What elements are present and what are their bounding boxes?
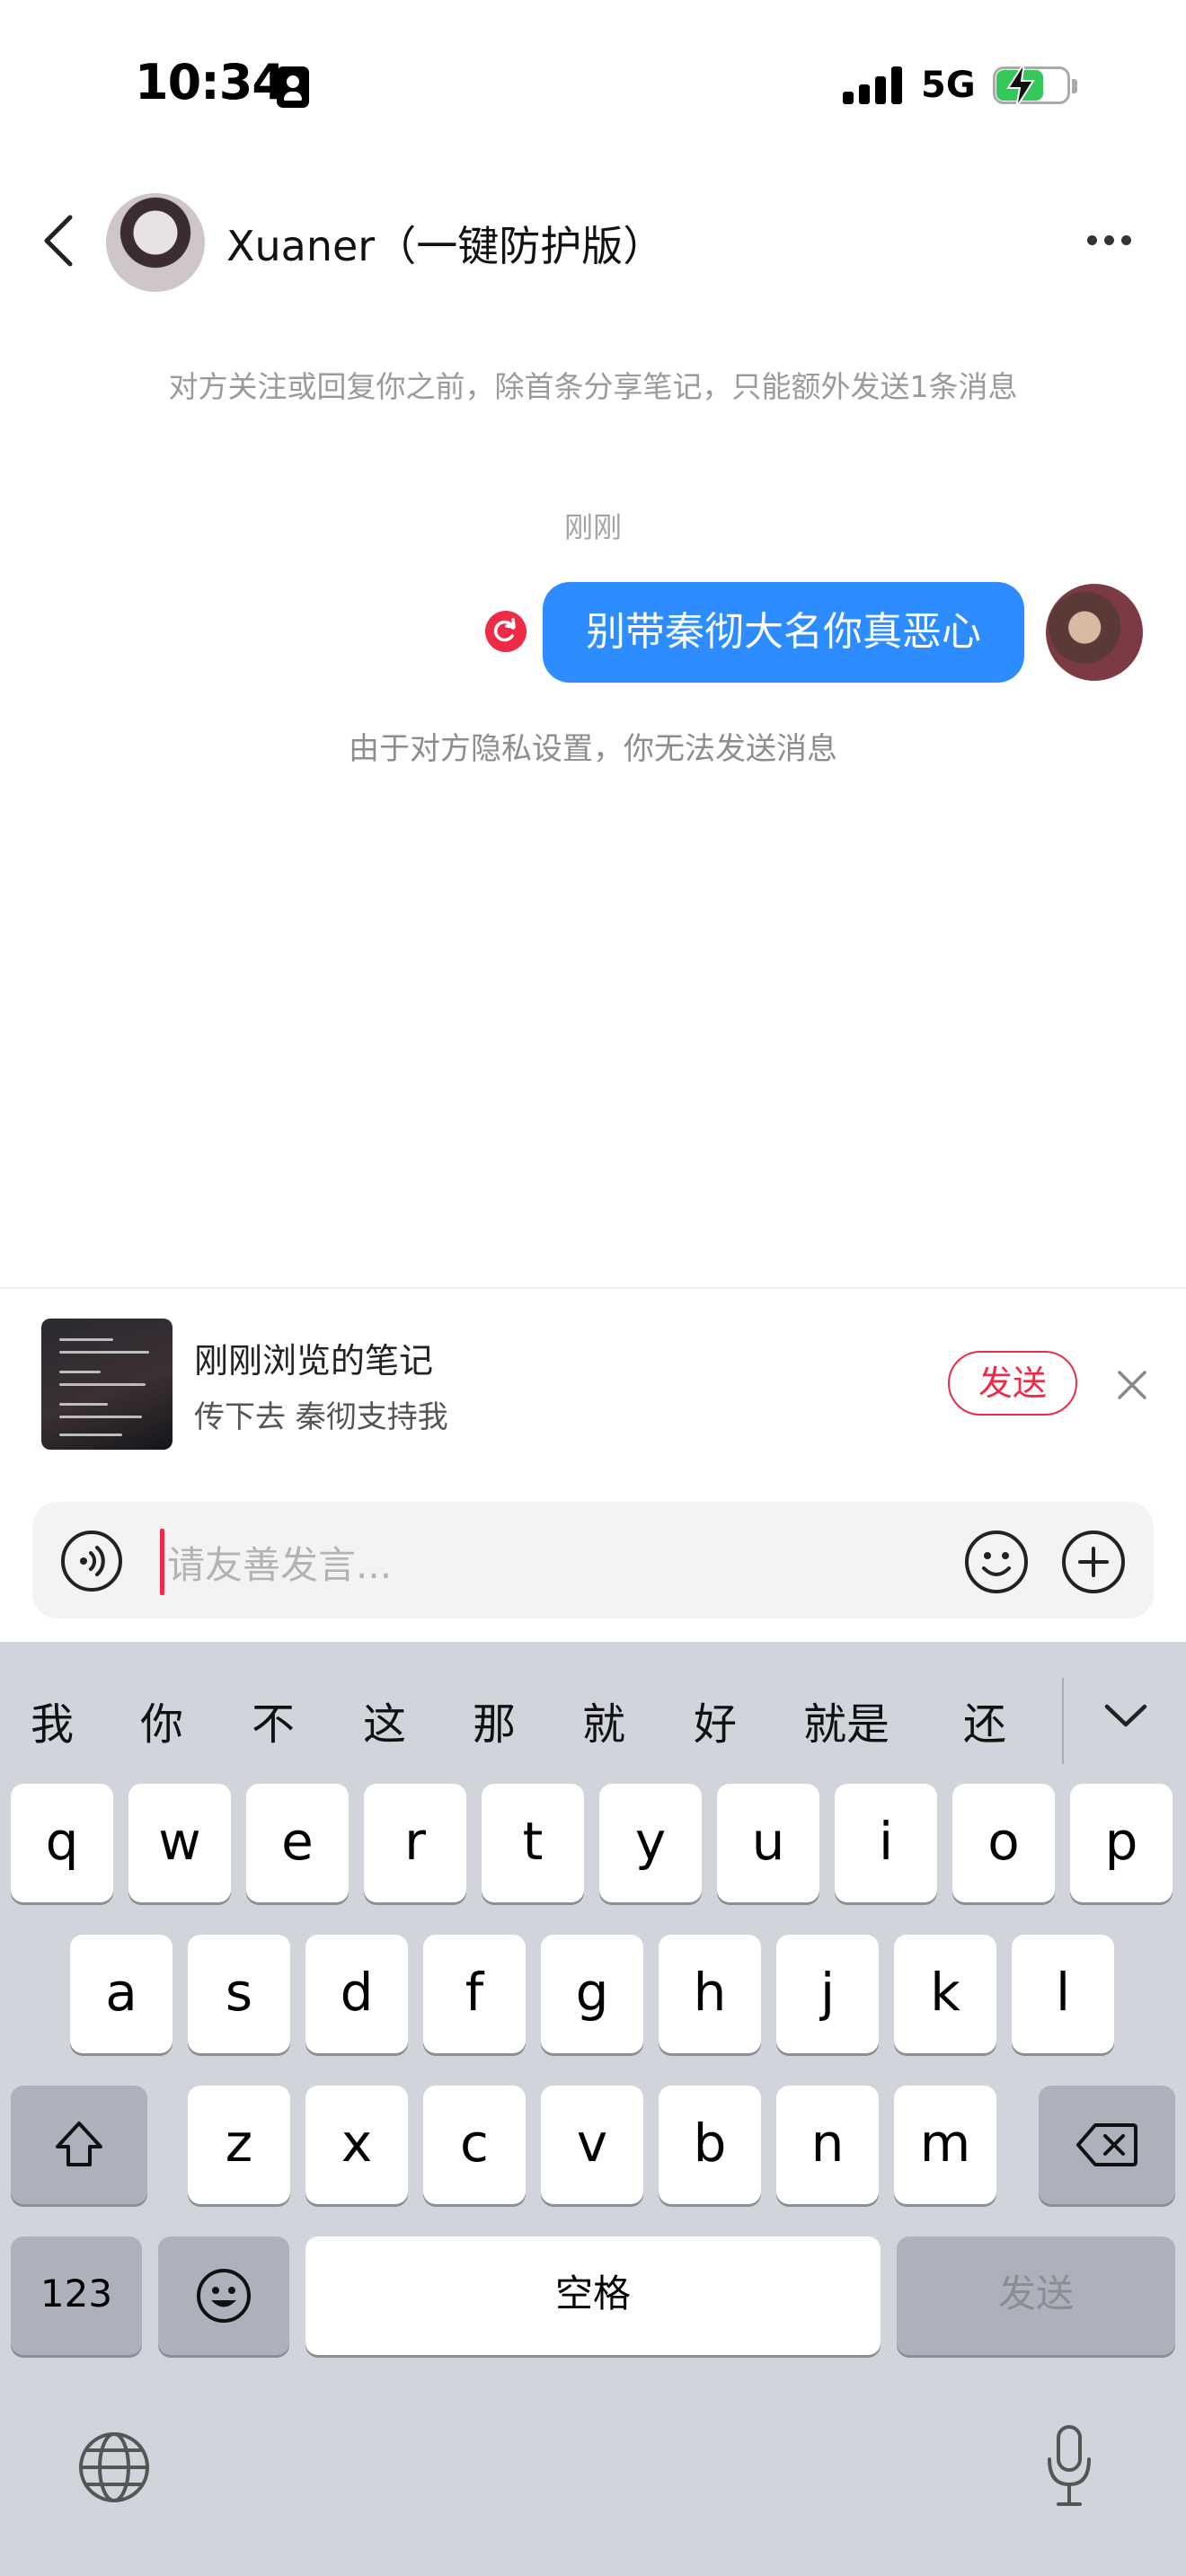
key-p[interactable]: p [1070,1784,1173,1902]
key-w[interactable]: w [128,1784,231,1902]
globe-icon[interactable] [77,2430,151,2504]
backspace-key[interactable] [1039,2086,1175,2204]
note-subtitle: 传下去 秦彻支持我 [194,1399,448,1435]
emoji-icon[interactable] [963,1529,1030,1595]
emoji-icon [197,2269,251,2323]
key-j[interactable]: j [776,1935,879,2053]
key-k[interactable]: k [894,1935,996,2053]
note-title: 刚刚浏览的笔记 [194,1341,434,1381]
message-limit-notice: 对方关注或回复你之前，除首条分享笔记，只能额外发送1条消息 [168,369,1018,404]
more-options-icon[interactable] [1087,235,1132,248]
message-input[interactable] [167,1536,940,1593]
candidate-word[interactable]: 好 [694,1689,737,1751]
status-time: 10:34 [135,54,286,110]
send-note-button[interactable]: 发送 [948,1351,1077,1416]
my-avatar[interactable] [1046,584,1143,681]
candidate-word[interactable]: 那 [473,1689,516,1751]
space-key[interactable]: 空格 [305,2236,881,2355]
numbers-key[interactable]: 123 [11,2236,142,2355]
resend-error-icon[interactable] [485,611,527,652]
key-g[interactable]: g [541,1935,643,2053]
key-d[interactable]: d [305,1935,408,2053]
add-attachment-icon[interactable] [1060,1529,1127,1595]
key-u[interactable]: u [717,1784,819,1902]
key-z[interactable]: z [188,2086,290,2204]
contact-avatar[interactable] [106,193,205,292]
key-y[interactable]: y [599,1784,702,1902]
candidate-word[interactable]: 这 [363,1689,406,1751]
contact-card-icon [277,66,309,108]
privacy-notice: 由于对方隐私设置，你无法发送消息 [349,731,837,767]
microphone-icon[interactable] [1044,2423,1094,2510]
key-r[interactable]: r [364,1784,466,1902]
key-b[interactable]: b [659,2086,761,2204]
shift-icon [56,2122,102,2166]
key-q[interactable]: q [11,1784,113,1902]
sent-message-bubble[interactable]: 别带秦彻大名你真恶心 [543,582,1024,683]
key-h[interactable]: h [659,1935,761,2053]
key-x[interactable]: x [305,2086,408,2204]
key-f[interactable]: f [423,1935,526,2053]
candidate-word[interactable]: 就是 [803,1689,890,1751]
emoji-key[interactable] [158,2236,289,2355]
charging-bolt-icon [1006,63,1035,108]
chat-title: Xuaner（一键防护版） [226,222,665,270]
key-t[interactable]: t [482,1784,584,1902]
candidate-word[interactable]: 不 [252,1689,295,1751]
candidate-word[interactable]: 还 [963,1689,1006,1751]
key-s[interactable]: s [188,1935,290,2053]
key-m[interactable]: m [894,2086,996,2204]
key-a[interactable]: a [70,1935,173,2053]
shift-key[interactable] [11,2086,147,2204]
signal-strength-icon [843,66,902,104]
divider [0,1287,1186,1289]
key-o[interactable]: o [952,1784,1055,1902]
note-thumbnail[interactable] [41,1319,173,1450]
voice-input-icon[interactable] [59,1529,124,1593]
key-v[interactable]: v [541,2086,643,2204]
battery-tip [1072,79,1077,93]
key-l[interactable]: l [1012,1935,1114,2053]
keyboard-send-button[interactable]: 发送 [897,2236,1175,2355]
key-i[interactable]: i [835,1784,937,1902]
candidate-word[interactable]: 就 [582,1689,625,1751]
key-e[interactable]: e [246,1784,349,1902]
text-cursor [160,1529,164,1595]
candidate-divider [1062,1678,1064,1764]
chevron-down-icon[interactable] [1102,1699,1150,1732]
close-icon[interactable] [1114,1367,1150,1403]
candidate-word[interactable]: 你 [140,1689,183,1751]
candidate-word[interactable]: 我 [31,1689,74,1751]
key-c[interactable]: c [423,2086,526,2204]
back-icon[interactable] [36,212,81,269]
network-type: 5G [921,65,976,106]
backspace-icon [1076,2123,1137,2166]
message-time-label: 刚刚 [563,510,622,544]
key-n[interactable]: n [776,2086,879,2204]
